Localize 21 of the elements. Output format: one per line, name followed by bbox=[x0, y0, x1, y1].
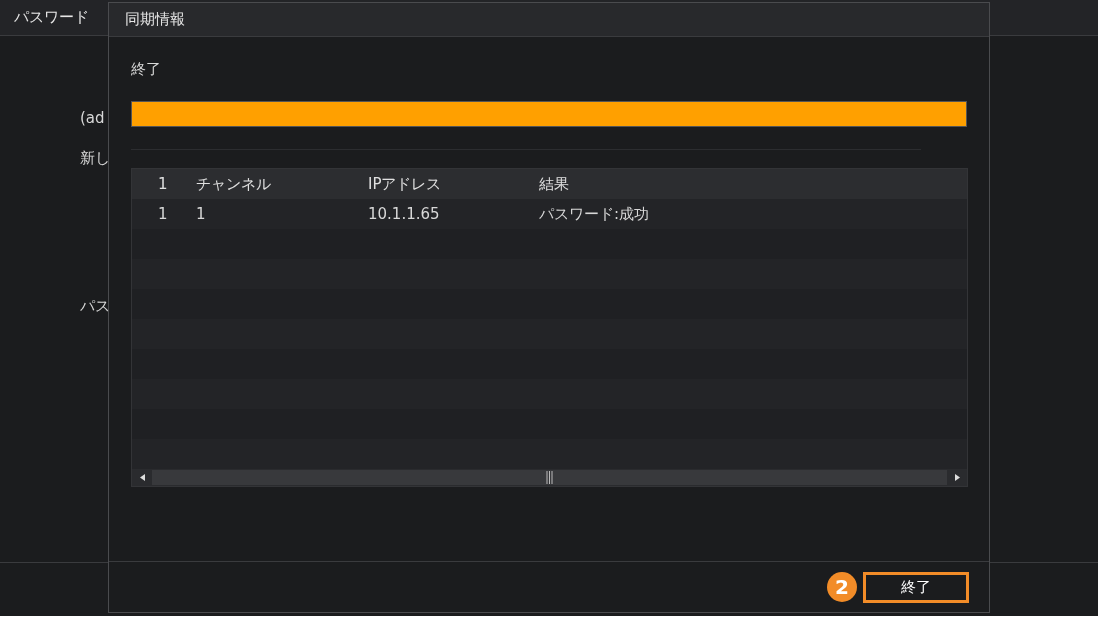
column-header: チャンネル bbox=[196, 174, 271, 193]
table-cell: 1 bbox=[158, 204, 168, 223]
finish-button[interactable]: 終了 bbox=[863, 571, 969, 603]
window-title: パスワード bbox=[14, 7, 89, 29]
form-label: (ad bbox=[80, 108, 105, 128]
form-label: 新し bbox=[80, 148, 110, 168]
table-cell: パスワード:成功 bbox=[539, 204, 650, 223]
horizontal-scrollbar[interactable] bbox=[132, 469, 967, 486]
step-badge: 2 bbox=[827, 572, 857, 602]
scrollbar-thumb[interactable] bbox=[152, 470, 947, 485]
scroll-right-icon[interactable] bbox=[954, 474, 960, 481]
scroll-left-icon[interactable] bbox=[139, 474, 145, 481]
column-header: 結果 bbox=[539, 174, 569, 193]
dialog-title: 同期情報 bbox=[125, 9, 185, 31]
status-text: 終了 bbox=[131, 59, 162, 79]
grip-icon bbox=[546, 470, 553, 485]
table-cell: 10.1.1.65 bbox=[368, 204, 440, 223]
column-header: IPアドレス bbox=[368, 174, 442, 193]
column-header: 1 bbox=[158, 174, 168, 193]
table-cell: 1 bbox=[196, 204, 206, 223]
form-label: パス bbox=[80, 296, 110, 316]
